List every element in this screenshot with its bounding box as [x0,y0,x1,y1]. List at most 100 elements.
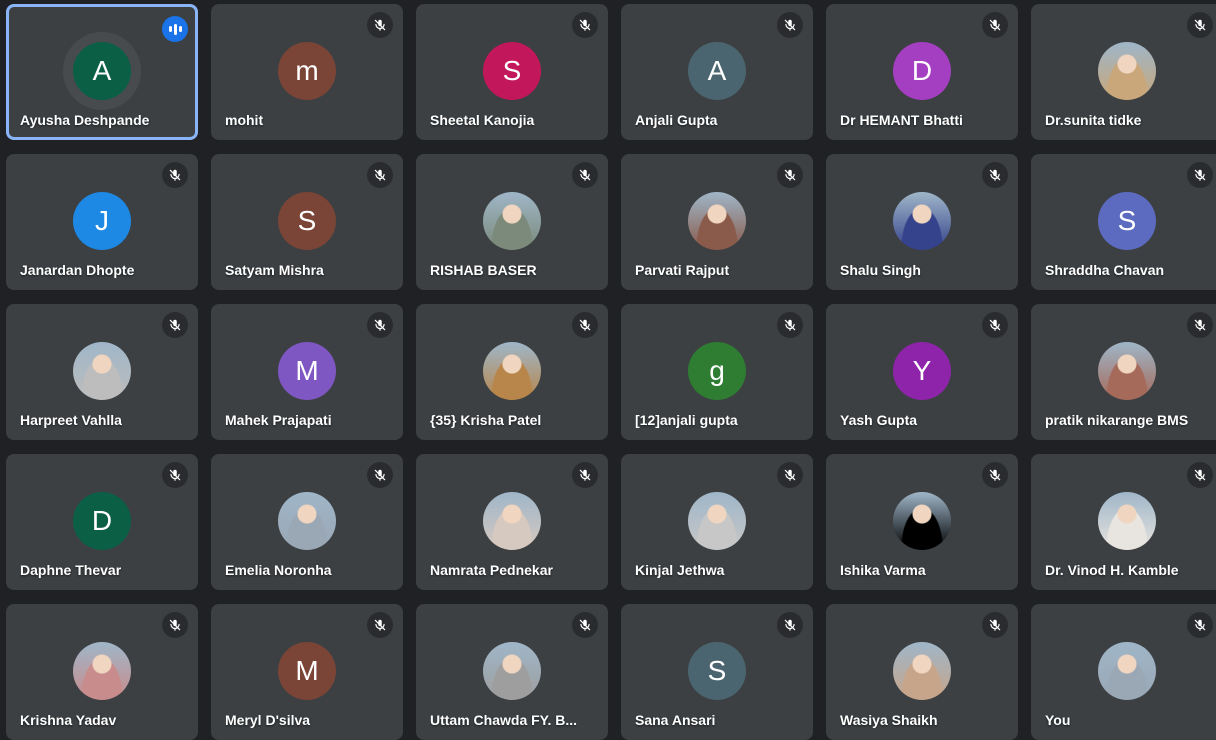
avatar-container: D [73,492,131,550]
avatar-photo [483,642,541,700]
participant-name: Kinjal Jethwa [635,562,725,578]
participant-tile[interactable]: M Meryl D'silva [211,604,403,740]
participant-name: {35} Krisha Patel [430,412,542,428]
participant-tile[interactable]: S Shraddha Chavan [1031,154,1216,290]
participant-tile[interactable]: pratik nikarange BMS [1031,304,1216,440]
avatar-initial: S [278,192,336,250]
mic-off-icon [982,462,1008,488]
participant-tile[interactable]: S Sana Ansari [621,604,813,740]
participant-name: Meryl D'silva [225,712,311,728]
participant-name: pratik nikarange BMS [1045,412,1189,428]
avatar-photo [688,492,746,550]
participant-tile[interactable]: Emelia Noronha [211,454,403,590]
avatar-photo [893,492,951,550]
participant-name: Daphne Thevar [20,562,122,578]
avatar-initial: D [893,42,951,100]
mic-off-icon [367,162,393,188]
mic-off-icon [572,12,598,38]
participant-tile[interactable]: Ishika Varma [826,454,1018,590]
avatar-initial: g [688,342,746,400]
audio-level-icon [162,16,188,42]
participant-tile[interactable]: Dr. Vinod H. Kamble [1031,454,1216,590]
participant-tile[interactable]: m mohit [211,4,403,140]
avatar-container [1098,342,1156,400]
mic-off-icon [777,612,803,638]
avatar-container: A [63,32,141,110]
avatar-photo [483,492,541,550]
avatar-container [893,192,951,250]
participant-name: Uttam Chawda FY. B... [430,712,578,728]
avatar-container [483,642,541,700]
participant-tile[interactable]: S Satyam Mishra [211,154,403,290]
mic-off-icon [777,12,803,38]
avatar-container: M [278,342,336,400]
mic-off-icon [367,312,393,338]
participant-tile[interactable]: Wasiya Shaikh [826,604,1018,740]
participant-tile[interactable]: RISHAB BASER [416,154,608,290]
participant-tile[interactable]: Harpreet Vahlla [6,304,198,440]
participant-tile[interactable]: J Janardan Dhopte [6,154,198,290]
avatar-container [483,192,541,250]
avatar-photo [688,192,746,250]
participant-tile[interactable]: S Sheetal Kanojia [416,4,608,140]
avatar-container: M [278,642,336,700]
avatar-container [688,492,746,550]
avatar-container: g [688,342,746,400]
mic-off-icon [367,612,393,638]
participant-name: Mahek Prajapati [225,412,332,428]
mic-off-icon [1187,12,1213,38]
participant-tile[interactable]: A Anjali Gupta [621,4,813,140]
participant-name: Emelia Noronha [225,562,332,578]
avatar-container [73,642,131,700]
participant-tile[interactable]: Parvati Rajput [621,154,813,290]
mic-off-icon [1187,462,1213,488]
participant-tile[interactable]: D Dr HEMANT Bhatti [826,4,1018,140]
participant-name: Harpreet Vahlla [20,412,122,428]
avatar-container [1098,492,1156,550]
mic-off-icon [162,312,188,338]
avatar-container: S [483,42,541,100]
avatar-container: S [1098,192,1156,250]
mic-off-icon [162,612,188,638]
avatar-photo [893,642,951,700]
participant-name: Sheetal Kanojia [430,112,535,128]
participant-tile[interactable]: Kinjal Jethwa [621,454,813,590]
avatar-container: J [73,192,131,250]
participant-tile[interactable]: {35} Krisha Patel [416,304,608,440]
participant-tile[interactable]: Shalu Singh [826,154,1018,290]
avatar-photo [278,492,336,550]
participant-tile[interactable]: D Daphne Thevar [6,454,198,590]
avatar-container [278,492,336,550]
mic-off-icon [367,462,393,488]
avatar-container: S [278,192,336,250]
mic-off-icon [777,312,803,338]
avatar-container [688,192,746,250]
mic-off-icon [572,162,598,188]
participant-tile[interactable]: Dr.sunita tidke [1031,4,1216,140]
avatar-initial: M [278,642,336,700]
participant-name: Wasiya Shaikh [840,712,938,728]
participant-name: Anjali Gupta [635,112,718,128]
participant-tile[interactable]: A Ayusha Deshpande [6,4,198,140]
avatar-photo [893,192,951,250]
participant-tile[interactable]: Uttam Chawda FY. B... [416,604,608,740]
participant-tile[interactable]: Krishna Yadav [6,604,198,740]
avatar-photo [483,192,541,250]
avatar-photo [1098,342,1156,400]
avatar-container [73,342,131,400]
mic-off-icon [572,462,598,488]
participant-grid: A Ayusha Deshpande m mohit S Sheetal Kanojia A… [0,0,1216,740]
avatar-container [483,342,541,400]
participant-tile[interactable]: Namrata Pednekar [416,454,608,590]
avatar-initial: J [73,192,131,250]
avatar-initial: Y [893,342,951,400]
participant-name: Sana Ansari [635,712,716,728]
avatar-initial: S [688,642,746,700]
avatar-photo [73,642,131,700]
participant-tile[interactable]: g [12]anjali gupta [621,304,813,440]
mic-off-icon [1187,162,1213,188]
participant-tile[interactable]: M Mahek Prajapati [211,304,403,440]
participant-tile[interactable]: Y Yash Gupta [826,304,1018,440]
avatar-container: D [893,42,951,100]
participant-tile[interactable]: You [1031,604,1216,740]
